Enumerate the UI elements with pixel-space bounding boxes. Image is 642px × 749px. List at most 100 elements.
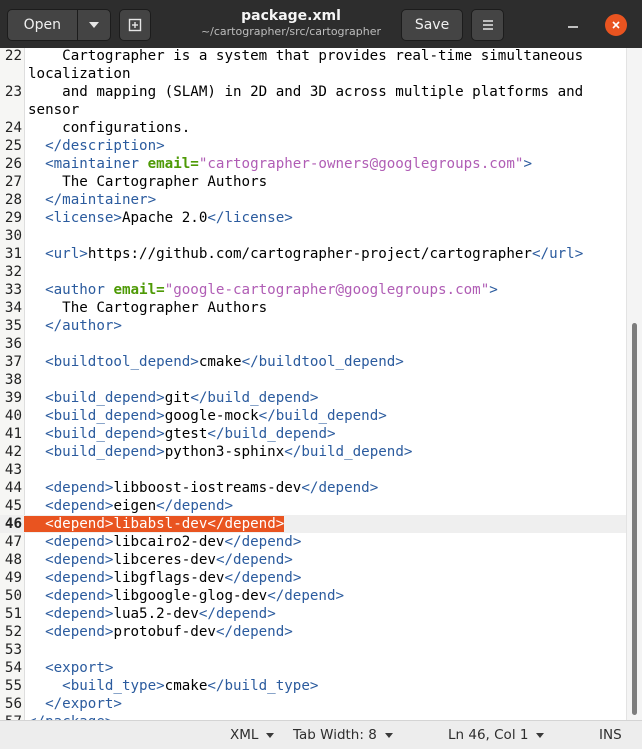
line-number: 26 xyxy=(4,156,22,172)
code-line[interactable]: 51 <depend>lua5.2-dev</depend> xyxy=(0,605,626,623)
line-number: 22 xyxy=(4,48,22,64)
open-button[interactable]: Open xyxy=(8,17,77,33)
code-line[interactable]: 52 <depend>protobuf-dev</depend> xyxy=(0,623,626,641)
insert-mode-indicator[interactable]: INS xyxy=(599,726,622,744)
line-text: <depend>libgflags-dev</depend> xyxy=(45,570,302,586)
chevron-down-icon xyxy=(384,732,393,738)
line-number: 41 xyxy=(4,426,22,442)
close-icon xyxy=(612,21,620,29)
cursor-position-selector[interactable]: Ln 46, Col 1 xyxy=(448,726,545,744)
line-number: 32 xyxy=(4,264,22,280)
code-line[interactable]: 28 </maintainer> xyxy=(0,191,626,209)
line-text: and mapping (SLAM) in 2D and 3D across m… xyxy=(28,84,584,100)
code-line[interactable]: 55 <build_type>cmake</build_type> xyxy=(0,677,626,695)
code-line[interactable]: localization xyxy=(0,65,626,83)
new-tab-button[interactable] xyxy=(119,9,151,41)
code-line[interactable]: 43 xyxy=(0,461,626,479)
line-number: 56 xyxy=(4,696,22,712)
line-text: <depend>libgoogle-glog-dev</depend> xyxy=(45,588,345,604)
line-number: 45 xyxy=(4,498,22,514)
line-number: 54 xyxy=(4,660,22,676)
open-button-group: Open xyxy=(7,9,111,41)
line-text: <build_depend>google-mock</build_depend> xyxy=(45,408,387,424)
line-number: 47 xyxy=(4,534,22,550)
code-line[interactable]: 25 </description> xyxy=(0,137,626,155)
line-text: <depend>libabsl-dev</depend> xyxy=(24,515,285,533)
line-number: 51 xyxy=(4,606,22,622)
line-text: <depend>libboost-iostreams-dev</depend> xyxy=(45,480,379,496)
line-number: 43 xyxy=(4,462,22,478)
line-number: 50 xyxy=(4,588,22,604)
code-line[interactable]: 53 xyxy=(0,641,626,659)
language-selector[interactable]: XML xyxy=(230,726,275,744)
code-line[interactable]: 30 xyxy=(0,227,626,245)
code-line[interactable]: 26 <maintainer email="cartographer-owner… xyxy=(0,155,626,173)
line-number: 52 xyxy=(4,624,22,640)
code-line[interactable]: 31 <url>https://github.com/cartographer-… xyxy=(0,245,626,263)
code-line[interactable]: 39 <build_depend>git</build_depend> xyxy=(0,389,626,407)
window-title: package.xml ~/cartographer/src/cartograp… xyxy=(170,7,412,39)
code-line[interactable]: 27 The Cartographer Authors xyxy=(0,173,626,191)
code-line[interactable]: 45 <depend>eigen</depend> xyxy=(0,497,626,515)
code-line[interactable]: 48 <depend>libceres-dev</depend> xyxy=(0,551,626,569)
text-editor[interactable]: 22 Cartographer is a system that provide… xyxy=(0,48,626,720)
line-text: </package> xyxy=(28,713,113,720)
code-line[interactable]: sensor xyxy=(0,101,626,119)
close-button[interactable] xyxy=(605,14,627,36)
code-line[interactable]: 50 <depend>libgoogle-glog-dev</depend> xyxy=(0,587,626,605)
code-line[interactable]: 41 <build_depend>gtest</build_depend> xyxy=(0,425,626,443)
code-line[interactable]: 32 xyxy=(0,263,626,281)
code-line[interactable]: 44 <depend>libboost-iostreams-dev</depen… xyxy=(0,479,626,497)
line-number: 42 xyxy=(4,444,22,460)
line-number: 57 xyxy=(0,713,22,720)
code-line[interactable]: 34 The Cartographer Authors xyxy=(0,299,626,317)
line-text: <depend>protobuf-dev</depend> xyxy=(45,624,293,640)
code-line[interactable]: 23 and mapping (SLAM) in 2D and 3D acros… xyxy=(0,83,626,101)
code-line[interactable]: 35 </author> xyxy=(0,317,626,335)
line-text: </author> xyxy=(45,318,122,334)
chevron-down-icon xyxy=(536,732,545,738)
scrollbar-thumb[interactable] xyxy=(632,323,637,715)
code-line[interactable]: 47 <depend>libcairo2-dev</depend> xyxy=(0,533,626,551)
save-button[interactable]: Save xyxy=(401,9,463,41)
code-line[interactable]: 42 <build_depend>python3-sphinx</build_d… xyxy=(0,443,626,461)
minimize-button[interactable] xyxy=(562,13,584,35)
code-line[interactable]: 33 <author email="google-cartographer@go… xyxy=(0,281,626,299)
tab-width-selector[interactable]: Tab Width: 8 xyxy=(293,726,393,744)
status-bar: XML Tab Width: 8 Ln 46, Col 1 INS xyxy=(0,720,642,749)
open-dropdown-button[interactable] xyxy=(78,22,110,28)
line-number: 53 xyxy=(4,642,22,658)
line-number: 36 xyxy=(4,336,22,352)
line-text: configurations. xyxy=(28,120,191,136)
vertical-scrollbar[interactable] xyxy=(626,48,642,720)
code-line[interactable]: 56 </export> xyxy=(0,695,626,713)
code-line[interactable]: 40 <build_depend>google-mock</build_depe… xyxy=(0,407,626,425)
code-line[interactable]: 49 <depend>libgflags-dev</depend> xyxy=(0,569,626,587)
code-line[interactable]: 29 <license>Apache 2.0</license> xyxy=(0,209,626,227)
line-number: 24 xyxy=(4,120,22,136)
line-text: Cartographer is a system that provides r… xyxy=(28,48,584,64)
matched-tag-highlight: <depend>libabsl-dev</depend> xyxy=(45,516,285,532)
language-label: XML xyxy=(230,727,259,743)
code-line[interactable]: 57 </package> xyxy=(0,713,626,720)
code-line[interactable]: 22 Cartographer is a system that provide… xyxy=(0,48,626,65)
hamburger-menu-icon xyxy=(482,20,493,30)
code-line[interactable]: 46 <depend>libabsl-dev</depend> xyxy=(0,515,626,533)
line-text: </maintainer> xyxy=(45,192,157,208)
code-line[interactable]: 24 configurations. xyxy=(0,119,626,137)
line-text: The Cartographer Authors xyxy=(28,174,268,190)
code-line[interactable]: 36 xyxy=(0,335,626,353)
cursor-position-label: Ln 46, Col 1 xyxy=(448,727,529,743)
menu-button[interactable] xyxy=(471,9,504,41)
code-line[interactable]: 54 <export> xyxy=(0,659,626,677)
line-number: 48 xyxy=(4,552,22,568)
insert-mode-label: INS xyxy=(599,727,622,743)
line-number: 39 xyxy=(4,390,22,406)
line-text: localization xyxy=(28,66,131,82)
code-line[interactable]: 38 xyxy=(0,371,626,389)
line-text: <depend>lua5.2-dev</depend> xyxy=(45,606,276,622)
line-number: 49 xyxy=(4,570,22,586)
line-number: 28 xyxy=(4,192,22,208)
code-line[interactable]: 37 <buildtool_depend>cmake</buildtool_de… xyxy=(0,353,626,371)
line-text: <depend>eigen</depend> xyxy=(45,498,234,514)
